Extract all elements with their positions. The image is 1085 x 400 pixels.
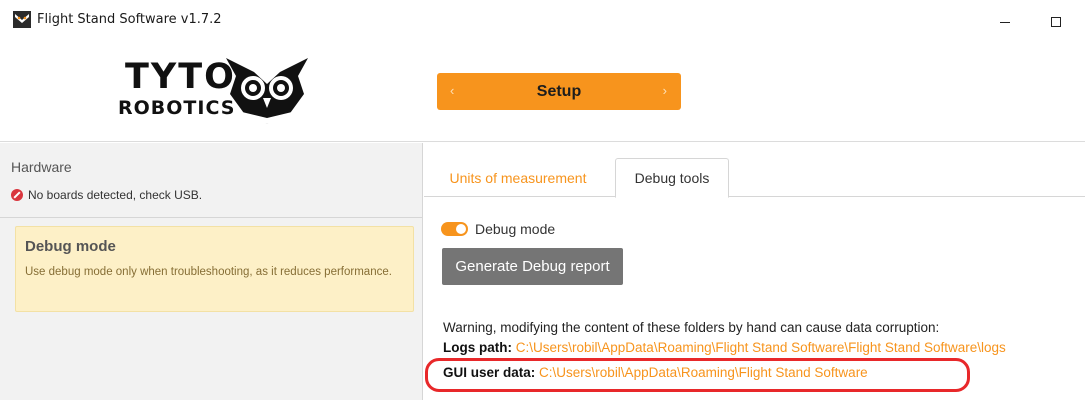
setup-step-bar[interactable]: ‹ Setup › <box>437 73 681 110</box>
settings-tabs: Units of measurement Debug tools <box>424 143 1085 198</box>
app-header: TYTO ROBOTICS ‹ Setup › <box>0 46 1085 142</box>
debug-mode-card: Debug mode Use debug mode only when trou… <box>15 226 414 312</box>
title-bar: Flight Stand Software v1.7.2 <box>0 0 1085 46</box>
hardware-status: No boards detected, check USB. <box>11 188 202 202</box>
minimize-icon <box>1000 21 1010 23</box>
gui-user-data-label: GUI user data: <box>443 365 536 380</box>
minimize-button[interactable] <box>985 6 1025 34</box>
maximize-icon <box>1051 17 1061 27</box>
sidebar-divider <box>0 217 422 218</box>
logo-text-robotics: ROBOTICS <box>118 97 236 119</box>
generate-debug-report-button[interactable]: Generate Debug report <box>442 248 623 285</box>
logo-text-tyto: TYTO <box>125 57 236 97</box>
prev-step-button[interactable]: ‹ <box>450 83 454 98</box>
gui-user-data-link[interactable]: C:\Users\robil\AppData\Roaming\Flight St… <box>539 365 868 380</box>
gui-user-data-row: GUI user data: C:\Users\robil\AppData\Ro… <box>443 365 868 380</box>
logs-path-row: Logs path: C:\Users\robil\AppData\Roamin… <box>443 340 1006 355</box>
hardware-status-text: No boards detected, check USB. <box>28 188 203 202</box>
debug-card-title: Debug mode <box>25 238 116 255</box>
corruption-warning: Warning, modifying the content of these … <box>443 320 940 335</box>
app-logo-icon <box>13 11 31 28</box>
toggle-knob <box>456 224 466 234</box>
logs-path-link[interactable]: C:\Users\robil\AppData\Roaming\Flight St… <box>516 340 1006 355</box>
debug-mode-toggle[interactable] <box>441 222 468 236</box>
left-sidebar: Hardware No boards detected, check USB. … <box>0 143 423 400</box>
window-title: Flight Stand Software v1.7.2 <box>37 12 222 27</box>
hardware-title: Hardware <box>11 159 72 175</box>
owl-logo-icon <box>226 58 308 124</box>
maximize-button[interactable] <box>1036 6 1076 34</box>
tab-units-of-measurement[interactable]: Units of measurement <box>424 158 612 198</box>
debug-card-description: Use debug mode only when troubleshooting… <box>25 266 392 278</box>
tab-debug-tools[interactable]: Debug tools <box>615 158 729 198</box>
logs-path-label: Logs path: <box>443 340 512 355</box>
tyto-robotics-logo: TYTO ROBOTICS <box>118 46 318 136</box>
error-icon <box>11 189 23 201</box>
debug-mode-label: Debug mode <box>475 221 556 237</box>
next-step-button[interactable]: › <box>663 83 667 98</box>
setup-label: Setup <box>536 82 582 100</box>
